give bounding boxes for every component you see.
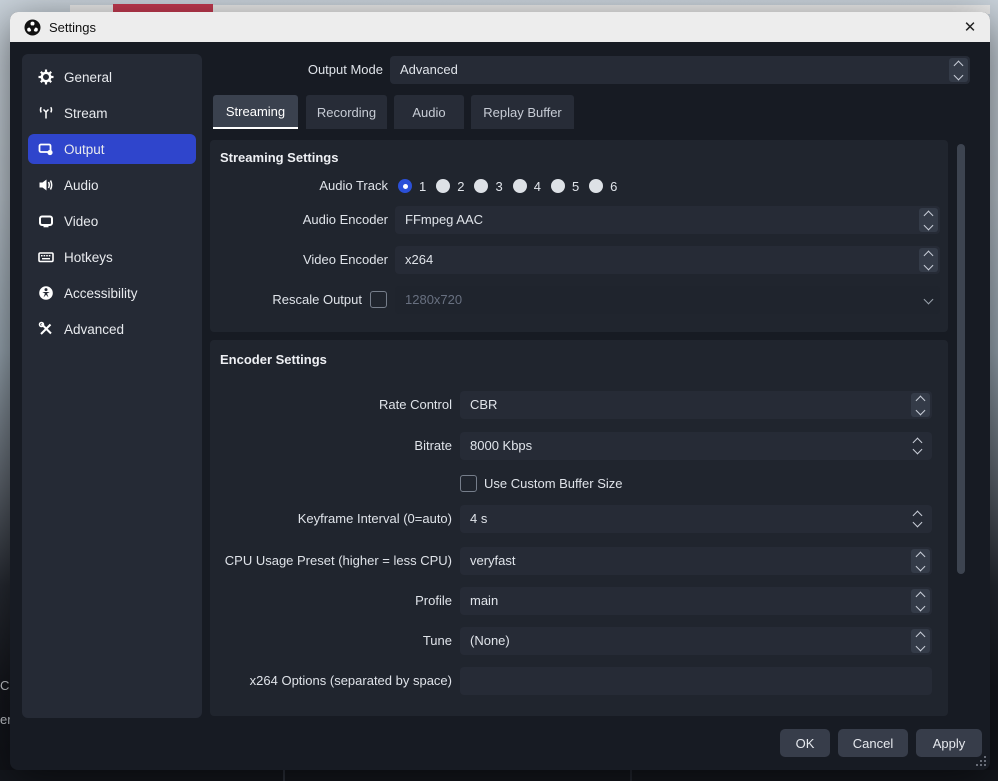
chevron-down-icon [919, 288, 938, 312]
audio-track-radio-group: 1 2 3 4 5 6 [398, 172, 617, 200]
sidebar-item-output[interactable]: Output [28, 134, 196, 164]
keyframe-interval-label: Keyframe Interval (0=auto) [210, 505, 452, 533]
audio-track-option-3[interactable]: 3 [474, 179, 502, 194]
output-mode-value: Advanced [400, 56, 458, 84]
sidebar-item-label: Output [64, 142, 105, 157]
audio-track-option-4[interactable]: 4 [513, 179, 541, 194]
background-bottom-dock [0, 770, 998, 781]
bitrate-label: Bitrate [210, 432, 452, 460]
monitor-icon [38, 213, 54, 229]
speaker-icon [38, 177, 54, 193]
sidebar-item-label: Hotkeys [64, 250, 113, 265]
x264-options-input[interactable] [460, 667, 932, 695]
resize-grip[interactable] [976, 756, 986, 766]
cancel-button[interactable]: Cancel [838, 729, 908, 757]
radio-selected-icon [398, 179, 412, 193]
sidebar-item-label: General [64, 70, 112, 85]
cpu-usage-preset-label: CPU Usage Preset (higher = less CPU) [210, 547, 452, 575]
accessibility-icon [38, 285, 54, 301]
tune-select[interactable]: (None) [460, 627, 932, 655]
tab-replay-buffer[interactable]: Replay Buffer [471, 95, 574, 129]
settings-dialog: Settings ✕ General Stream Output Audio V… [10, 12, 990, 770]
spinner-arrows-icon [911, 549, 930, 573]
settings-sidebar: General Stream Output Audio Video Hotkey… [22, 54, 202, 718]
radio-icon [589, 179, 603, 193]
audio-track-option-2[interactable]: 2 [436, 179, 464, 194]
streaming-settings-title: Streaming Settings [220, 150, 338, 165]
spinner-arrows-icon [911, 629, 930, 653]
rescale-output-label: Rescale Output [210, 286, 362, 314]
video-encoder-label: Video Encoder [210, 246, 388, 274]
sidebar-item-label: Video [64, 214, 98, 229]
scrollbar-handle[interactable] [957, 144, 965, 574]
spinner-arrows-icon [911, 393, 930, 417]
background-divider [283, 770, 285, 781]
sidebar-item-stream[interactable]: Stream [28, 98, 196, 128]
radio-icon [551, 179, 565, 193]
rate-control-label: Rate Control [210, 391, 452, 419]
tab-audio[interactable]: Audio [394, 95, 464, 129]
keyboard-icon [38, 249, 54, 265]
streaming-settings-panel: Streaming Settings Audio Track 1 2 3 4 5… [210, 140, 948, 332]
radio-icon [474, 179, 488, 193]
rate-control-select[interactable]: CBR [460, 391, 932, 419]
window-title: Settings [49, 20, 96, 35]
sidebar-item-label: Accessibility [64, 286, 138, 301]
sidebar-item-label: Advanced [64, 322, 124, 337]
radio-icon [513, 179, 527, 193]
output-icon [38, 141, 54, 157]
cpu-usage-preset-select[interactable]: veryfast [460, 547, 932, 575]
tools-icon [38, 321, 54, 337]
audio-track-label: Audio Track [210, 172, 388, 200]
audio-track-option-5[interactable]: 5 [551, 179, 579, 194]
tab-streaming[interactable]: Streaming [213, 95, 298, 129]
use-custom-buffer-checkbox[interactable] [460, 475, 477, 492]
spinner-arrows-icon [910, 507, 924, 531]
ok-button[interactable]: OK [780, 729, 830, 757]
vertical-scrollbar [956, 142, 966, 716]
video-encoder-select[interactable]: x264 [395, 246, 940, 274]
output-mode-label: Output Mode [210, 56, 383, 84]
broadcast-icon [38, 105, 54, 121]
sidebar-item-general[interactable]: General [28, 62, 196, 92]
profile-select[interactable]: main [460, 587, 932, 615]
keyframe-interval-spinbox[interactable]: 4 s [460, 505, 932, 533]
sidebar-item-label: Stream [64, 106, 108, 121]
sidebar-item-video[interactable]: Video [28, 206, 196, 236]
audio-encoder-label: Audio Encoder [210, 206, 388, 234]
rescale-output-select[interactable]: 1280x720 [395, 286, 940, 314]
title-bar: Settings ✕ [10, 12, 990, 42]
gear-icon [38, 69, 54, 85]
bitrate-spinbox[interactable]: 8000 Kbps [460, 432, 932, 460]
tune-label: Tune [210, 627, 452, 655]
sidebar-item-advanced[interactable]: Advanced [28, 314, 196, 344]
spinner-arrows-icon [919, 248, 938, 272]
output-mode-select[interactable]: Advanced [390, 56, 970, 84]
encoder-settings-title: Encoder Settings [220, 352, 327, 367]
close-button[interactable]: ✕ [960, 17, 980, 37]
encoder-settings-panel: Encoder Settings Rate Control CBR Bitrat… [210, 340, 948, 716]
background-divider [630, 770, 632, 781]
use-custom-buffer-label: Use Custom Buffer Size [484, 476, 622, 491]
spinner-arrows-icon [919, 208, 938, 232]
spinner-arrows-icon [949, 58, 968, 82]
profile-label: Profile [210, 587, 452, 615]
tab-recording[interactable]: Recording [306, 95, 387, 129]
sidebar-item-audio[interactable]: Audio [28, 170, 196, 200]
sidebar-item-hotkeys[interactable]: Hotkeys [28, 242, 196, 272]
sidebar-item-accessibility[interactable]: Accessibility [28, 278, 196, 308]
x264-options-label: x264 Options (separated by space) [210, 667, 452, 695]
rescale-output-checkbox[interactable] [370, 291, 387, 308]
audio-encoder-select[interactable]: FFmpeg AAC [395, 206, 940, 234]
spinner-arrows-icon [911, 589, 930, 613]
sidebar-item-label: Audio [64, 178, 99, 193]
audio-track-option-1[interactable]: 1 [398, 179, 426, 194]
apply-button[interactable]: Apply [916, 729, 982, 757]
obs-logo-icon [24, 19, 41, 36]
spinner-arrows-icon [910, 434, 924, 458]
radio-icon [436, 179, 450, 193]
audio-track-option-6[interactable]: 6 [589, 179, 617, 194]
